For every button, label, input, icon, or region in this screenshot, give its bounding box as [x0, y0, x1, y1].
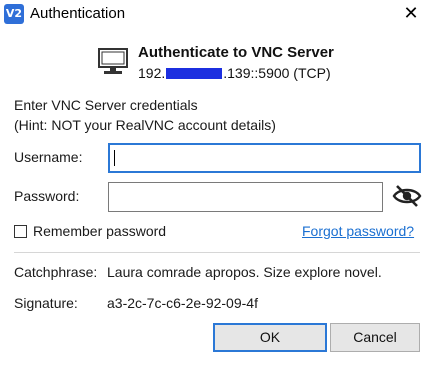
signature-label: Signature:: [14, 295, 78, 311]
ok-button[interactable]: OK: [213, 323, 327, 352]
password-input[interactable]: [108, 182, 383, 212]
eye-slash-icon[interactable]: [392, 183, 422, 209]
title-bar: V2 Authentication ✕: [0, 0, 434, 28]
credentials-instructions: Enter VNC Server credentials (Hint: NOT …: [14, 95, 276, 135]
text-caret: [114, 150, 115, 166]
catchphrase-value: Laura comrade apropos. Size explore nove…: [107, 264, 382, 280]
server-title: Authenticate to VNC Server: [138, 44, 334, 61]
server-address-suffix: .139::5900 (TCP): [223, 65, 331, 81]
server-address: 192. .139::5900 (TCP): [138, 65, 331, 81]
signature-value: a3-2c-7c-c6-2e-92-09-4f: [107, 295, 258, 311]
username-input[interactable]: [108, 143, 421, 173]
cancel-button[interactable]: Cancel: [330, 323, 420, 352]
instruction-line-1: Enter VNC Server credentials: [14, 97, 198, 113]
divider: [14, 252, 420, 253]
instruction-hint: (Hint: NOT your RealVNC account details): [14, 117, 276, 133]
close-button[interactable]: ✕: [388, 0, 434, 28]
redacted-block: [166, 68, 223, 79]
window-title: Authentication: [30, 5, 126, 22]
remember-password-label[interactable]: Remember password: [33, 223, 166, 239]
server-address-prefix: 192.: [138, 65, 166, 81]
password-label: Password:: [14, 188, 80, 204]
username-label: Username:: [14, 149, 83, 165]
vnc-app-icon: V2: [4, 4, 24, 24]
remember-password-checkbox[interactable]: [14, 225, 27, 238]
catchphrase-label: Catchphrase:: [14, 264, 98, 280]
monitor-icon: [98, 48, 128, 74]
forgot-password-link[interactable]: Forgot password?: [302, 223, 414, 239]
